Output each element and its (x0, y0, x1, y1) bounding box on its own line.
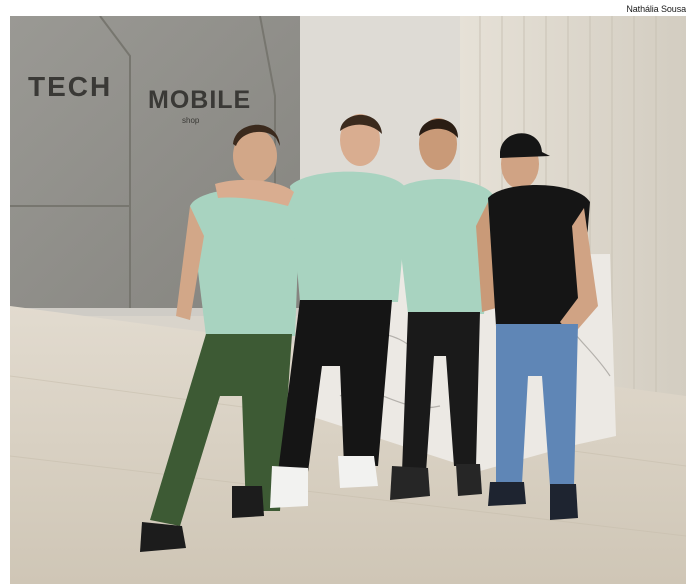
group-photo: TECH MOBILE shop (10, 16, 686, 584)
wall-sign-line2: MOBILE (148, 86, 251, 114)
photo-credit: Nathália Sousa (626, 4, 686, 14)
wall-sign-line1: TECH (28, 71, 112, 102)
wall-sign-sub: shop (182, 116, 200, 125)
